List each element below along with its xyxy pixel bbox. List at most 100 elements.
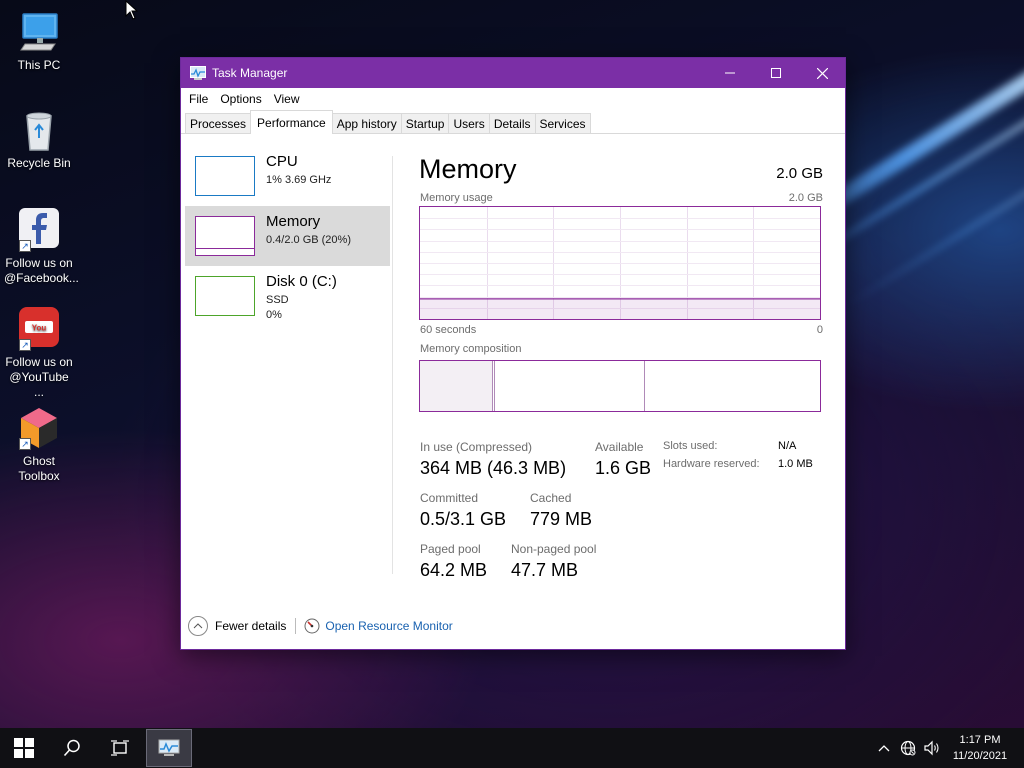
hardware-reserved-label: Hardware reserved: (663, 458, 760, 470)
menu-bar: File Options View (181, 88, 845, 110)
slots-used-value: N/A (778, 440, 797, 452)
desktop-icon-label: @Facebook... (4, 271, 79, 285)
resource-monitor-icon[interactable] (304, 618, 320, 634)
paged-pool-label: Paged pool (420, 542, 481, 556)
maximize-button[interactable] (753, 58, 799, 88)
menu-options[interactable]: Options (214, 92, 267, 106)
sidebar-item-label: CPU (266, 153, 298, 170)
memory-detail-panel: Memory 2.0 GB Memory usage 2.0 GB 60 sec… (419, 134, 823, 603)
desktop-icon-recycle-bin[interactable]: Recycle Bin (4, 108, 74, 171)
task-manager-icon (190, 66, 206, 80)
available-value: 1.6 GB (595, 458, 652, 478)
menu-view[interactable]: View (268, 92, 306, 106)
computer-icon (17, 10, 61, 54)
desktop-icon-this-pc[interactable]: This PC (4, 10, 74, 73)
memory-composition-graph (419, 360, 821, 412)
sidebar-item-label: Memory (266, 213, 321, 230)
desktop-icon-label: Ghost (22, 454, 55, 468)
composition-standby (495, 361, 645, 411)
desktop-icon-ghost-toolbox[interactable]: ↗ Ghost Toolbox (4, 406, 74, 484)
toolbox-icon: ↗ (17, 406, 61, 450)
usage-area (420, 298, 820, 319)
clock-time: 1:17 PM (959, 734, 1001, 746)
available-label: Available (595, 440, 644, 454)
minimize-button[interactable] (707, 58, 753, 88)
tab-details[interactable]: Details (488, 113, 536, 133)
tab-users[interactable]: Users (448, 113, 490, 133)
svg-text:You: You (32, 324, 47, 333)
performance-panel: CPU 1% 3.69 GHz Memory 0.4/2.0 GB (20%) … (181, 134, 845, 603)
composition-in-use (420, 361, 493, 411)
memory-usage-graph (419, 206, 821, 320)
fewer-details-chevron-up-icon[interactable] (188, 616, 208, 636)
taskbar-task-manager[interactable] (146, 729, 192, 767)
committed-value: 0.5/3.1 GB (420, 509, 507, 529)
menu-file[interactable]: File (183, 92, 214, 106)
windows-logo-icon (14, 738, 34, 758)
close-button[interactable] (799, 58, 845, 88)
hardware-reserved-value: 1.0 MB (778, 458, 813, 470)
volume-speaker-icon[interactable] (920, 728, 944, 768)
recycle-bin-icon (17, 108, 61, 152)
network-globe-icon[interactable] (896, 728, 920, 768)
shortcut-arrow-icon: ↗ (19, 240, 31, 252)
title-bar[interactable]: Task Manager (181, 58, 845, 88)
cached-value: 779 MB (530, 509, 593, 529)
sidebar-item-memory[interactable]: Memory 0.4/2.0 GB (20%) (185, 206, 390, 266)
youtube-icon: You ↗ (17, 307, 61, 351)
x-axis-right-label: 0 (816, 324, 823, 336)
task-manager-window: Task Manager File Options View Processes… (180, 57, 846, 650)
desktop-icon-youtube[interactable]: You ↗ Follow us on @YouTube ... (4, 307, 74, 400)
panel-divider (392, 156, 393, 574)
desktop-icon-label: @YouTube ... (9, 370, 69, 399)
sidebar-item-cpu[interactable]: CPU 1% 3.69 GHz (185, 146, 390, 206)
memory-thumbnail-graph (195, 216, 255, 256)
x-axis-left-label: 60 seconds (420, 324, 477, 336)
taskbar-clock[interactable]: 1:17 PM 11/20/2021 (944, 732, 1016, 764)
sidebar-item-detail: SSD 0% (266, 293, 289, 323)
memory-usage-max: 2.0 GB (788, 192, 823, 204)
shortcut-arrow-icon: ↗ (19, 438, 31, 450)
sidebar-item-disk[interactable]: Disk 0 (C:) SSD 0% (185, 266, 390, 326)
sidebar-item-label: Disk 0 (C:) (266, 273, 337, 290)
tab-startup[interactable]: Startup (400, 113, 450, 133)
task-view-button[interactable] (96, 728, 144, 768)
cpu-thumbnail-graph (195, 156, 255, 196)
tab-performance[interactable]: Performance (250, 110, 333, 134)
system-tray: 1:17 PM 11/20/2021 (872, 728, 1024, 768)
mouse-cursor-icon (125, 0, 139, 23)
desktop-icon-facebook[interactable]: ↗ Follow us on @Facebook... (4, 208, 79, 286)
shortcut-arrow-icon: ↗ (19, 339, 31, 351)
footer-separator (295, 618, 297, 634)
in-use-label: In use (Compressed) (420, 440, 533, 454)
tab-app-history[interactable]: App history (331, 113, 402, 133)
non-paged-pool-label: Non-paged pool (511, 542, 597, 556)
search-button[interactable] (48, 728, 96, 768)
fewer-details-button[interactable]: Fewer details (215, 619, 286, 633)
task-manager-icon (158, 739, 180, 756)
non-paged-pool-value: 47.7 MB (511, 560, 579, 580)
committed-label: Committed (420, 491, 479, 505)
disk-type: SSD (266, 294, 289, 306)
start-button[interactable] (0, 728, 48, 768)
search-icon (63, 739, 80, 757)
clock-date: 11/20/2021 (952, 750, 1008, 762)
tab-processes[interactable]: Processes (185, 113, 252, 133)
window-title: Task Manager (212, 66, 288, 80)
memory-total: 2.0 GB (776, 165, 823, 182)
resource-sidebar: CPU 1% 3.69 GHz Memory 0.4/2.0 GB (20%) … (185, 134, 390, 603)
tab-bar: Processes Performance App history Startu… (181, 110, 845, 134)
cached-label: Cached (530, 491, 572, 505)
desktop-icon-label: This PC (17, 58, 61, 72)
desktop-icon-label: Toolbox (18, 469, 60, 483)
memory-usage-label: Memory usage (420, 192, 493, 204)
sidebar-item-detail: 1% 3.69 GHz (266, 174, 332, 186)
open-resource-monitor-link[interactable]: Open Resource Monitor (325, 619, 452, 633)
facebook-icon: ↗ (17, 208, 61, 252)
memory-usage-chart (420, 207, 820, 319)
taskbar: 1:17 PM 11/20/2021 (0, 728, 1024, 768)
show-hidden-icons-chevron-up-icon[interactable] (872, 728, 896, 768)
desktop-icon-label: Follow us on (5, 355, 73, 369)
tab-services[interactable]: Services (534, 113, 591, 133)
page-title: Memory (419, 154, 517, 184)
